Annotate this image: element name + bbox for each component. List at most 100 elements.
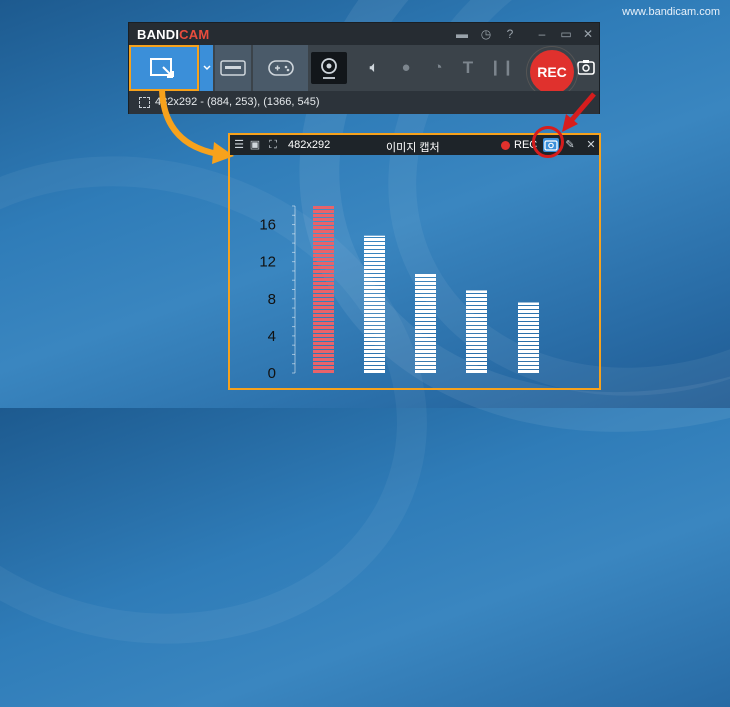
bar-segment — [313, 230, 334, 233]
bar-segment — [364, 306, 385, 309]
capture-close-icon[interactable]: ✕ — [584, 137, 598, 153]
y-tick-label: 0 — [268, 365, 276, 382]
bar-segment — [364, 266, 385, 269]
bar-segment — [518, 318, 539, 321]
bar-segment — [313, 302, 334, 305]
close-icon[interactable]: ✕ — [579, 25, 597, 43]
bar-segment — [415, 282, 436, 285]
bar-segment — [518, 322, 539, 325]
bar-segment — [518, 326, 539, 329]
bar-segment — [466, 362, 487, 365]
app-logo: BANDICAM — [137, 27, 210, 42]
bar-segment — [518, 342, 539, 345]
bar-segment — [313, 270, 334, 273]
capture-region-frame[interactable]: ☰ ▣ ⛶ 482x292 이미지 캡처 REC ✎ ✕ 0 4 8 12 16 — [228, 133, 601, 390]
bar-segment — [466, 322, 487, 325]
bar-segment — [466, 306, 487, 309]
bar-segment — [466, 298, 487, 301]
bar-segment — [466, 358, 487, 361]
bar-segment — [466, 314, 487, 317]
bar-segment — [518, 366, 539, 369]
bar-segment — [364, 342, 385, 345]
bar-segment — [313, 334, 334, 337]
bar-segment — [415, 366, 436, 369]
bar-segment — [313, 206, 334, 209]
arrow-annotation — [159, 89, 234, 164]
bar-segment — [313, 274, 334, 277]
bar-segment — [313, 346, 334, 349]
red-arrow-annotation — [562, 92, 596, 132]
bar-segment — [466, 350, 487, 353]
bar-segment — [313, 218, 334, 221]
chart-bar — [518, 302, 539, 373]
bar-segment — [518, 306, 539, 309]
bar-segment — [364, 258, 385, 261]
microphone-icon[interactable]: ● — [395, 45, 417, 91]
bar-segment — [364, 362, 385, 365]
bar-segment — [518, 354, 539, 357]
highlight-circle — [532, 126, 564, 158]
chart-bar — [466, 290, 487, 373]
bar-segment — [415, 314, 436, 317]
folder-icon[interactable]: ▬ — [453, 25, 471, 43]
bar-segment — [518, 330, 539, 333]
bar-segment — [364, 250, 385, 253]
bar-segment — [364, 346, 385, 349]
restore-icon[interactable]: ▭ — [557, 25, 575, 43]
text-overlay-icon[interactable]: T — [457, 45, 479, 91]
game-recording-mode-button[interactable] — [253, 45, 308, 91]
bar-segment — [518, 370, 539, 373]
bar-segment — [364, 246, 385, 249]
bar-segment — [364, 238, 385, 241]
clock-icon[interactable]: ◷ — [477, 25, 495, 43]
pencil-icon[interactable]: ✎ — [563, 137, 577, 153]
minimize-icon[interactable]: – — [533, 25, 551, 43]
bar-segment — [313, 286, 334, 289]
bar-segment — [313, 330, 334, 333]
bar-segment — [415, 322, 436, 325]
cursor-effect-icon[interactable]: ◔ — [427, 45, 449, 91]
bar-segment — [518, 314, 539, 317]
bar-segment — [364, 314, 385, 317]
bar-segment — [313, 354, 334, 357]
bar-segment — [415, 286, 436, 289]
rectangle-select-icon — [150, 58, 174, 78]
bar-segment — [313, 326, 334, 329]
webcam-overlay-button[interactable] — [311, 52, 347, 84]
bar-segment — [415, 298, 436, 301]
bar-segment — [364, 358, 385, 361]
bar-segment — [313, 278, 334, 281]
bar-segment — [364, 318, 385, 321]
fullscreen-icon[interactable]: ▣ — [248, 137, 262, 153]
help-icon[interactable]: ? — [501, 25, 519, 43]
bar-segment — [364, 270, 385, 273]
y-tick-label: 8 — [268, 291, 276, 308]
bar-segment — [466, 326, 487, 329]
pause-icon[interactable]: ❙❙ — [489, 45, 514, 91]
chart-bar — [313, 206, 334, 373]
bar-segment — [466, 338, 487, 341]
bar-segment — [313, 246, 334, 249]
watermark: www.bandicam.com — [622, 6, 720, 18]
bar-segment — [364, 354, 385, 357]
speaker-icon[interactable]: 🔈︎ — [363, 45, 385, 91]
bar-segment — [313, 282, 334, 285]
bar-segment — [313, 238, 334, 241]
bar-segment — [313, 366, 334, 369]
bar-segment — [518, 302, 539, 305]
bar-segment — [466, 290, 487, 293]
bar-segment — [364, 338, 385, 341]
bar-segment — [313, 306, 334, 309]
bar-segment — [364, 278, 385, 281]
bar-segment — [518, 334, 539, 337]
bar-chart: 0 4 8 12 16 — [259, 205, 539, 382]
menu-icon[interactable]: ☰ — [232, 137, 246, 153]
select-area-icon[interactable]: ⛶ — [266, 137, 280, 153]
bar-segment — [313, 362, 334, 365]
bar-segment — [364, 235, 385, 237]
bar-segment — [313, 242, 334, 245]
bar-segment — [313, 298, 334, 301]
bar-segment — [313, 322, 334, 325]
bar-segment — [313, 290, 334, 293]
bar-segment — [415, 290, 436, 293]
